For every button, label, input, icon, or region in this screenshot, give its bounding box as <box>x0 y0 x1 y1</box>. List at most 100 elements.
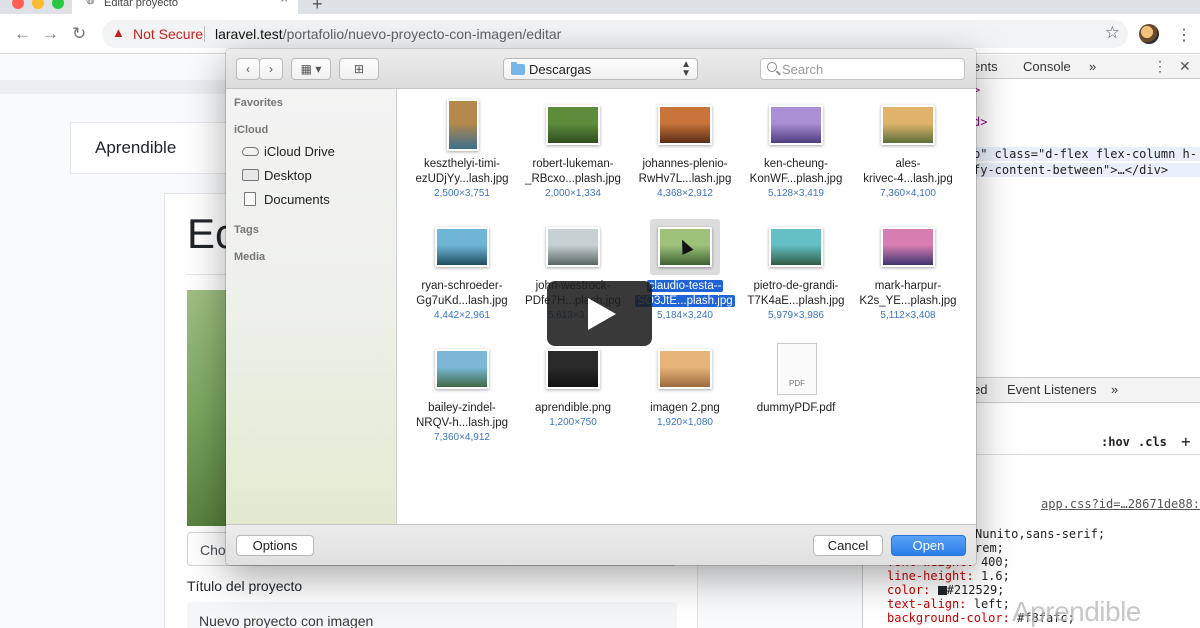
tab-console[interactable]: Console <box>1023 59 1071 74</box>
minimize-window-button[interactable] <box>32 0 44 9</box>
dialog-footer: Options Cancel Open <box>226 524 976 565</box>
class-toggle[interactable]: .cls <box>1138 435 1167 449</box>
profile-avatar[interactable] <box>1139 24 1159 44</box>
file-item[interactable]: ales-krivec-4...lash.jpg 7,360×4,100 <box>854 105 962 223</box>
image-thumbnail <box>658 105 712 145</box>
tab-elements[interactable]: ents <box>973 59 998 74</box>
code-line-selected[interactable]: p" class="d-flex flex-column h- <box>973 147 1200 161</box>
image-thumbnail <box>881 105 935 145</box>
image-thumbnail <box>546 349 600 389</box>
options-button[interactable]: Options <box>236 535 314 556</box>
close-tab-icon[interactable]: × <box>280 0 288 5</box>
video-play-button[interactable] <box>547 281 652 346</box>
more-panels-button[interactable]: » <box>1111 382 1118 397</box>
file-name: pietro-de-grandi- T7K4aE...plash.jpg <box>747 280 845 307</box>
css-declaration[interactable]: Nunito,sans-serif; <box>975 527 1105 541</box>
image-thumbnail <box>881 227 935 267</box>
file-dimensions: 2,000×1,334 <box>545 188 601 199</box>
css-declaration[interactable]: color: #212529; <box>887 583 1004 597</box>
watermark-logo: Aprendible <box>1012 596 1141 627</box>
search-field[interactable] <box>760 58 965 80</box>
chevron-updown-icon: ▲ ▼ <box>681 59 691 79</box>
desktop-icon <box>242 169 259 181</box>
view-mode-button[interactable]: ▦ ▾ <box>291 58 331 80</box>
file-item[interactable]: johannes-plenio- RwHv7L...lash.jpg 4,368×2… <box>631 105 739 223</box>
url-host: laravel.test <box>215 26 283 42</box>
globe-icon: ◍ <box>86 0 95 6</box>
css-declaration[interactable]: line-height: 1.6; <box>887 569 1010 583</box>
bookmark-star-icon[interactable]: ☆ <box>1105 23 1120 43</box>
forward-nav-button[interactable]: › <box>259 58 283 80</box>
open-button[interactable]: Open <box>891 535 966 556</box>
file-item[interactable]: mark-harpur- K2s_YE...plash.jpg 5,112×3,40… <box>854 227 962 345</box>
file-dimensions: 4,368×2,912 <box>657 188 713 199</box>
file-dimensions: 5,112×3,408 <box>880 310 936 321</box>
title-input-value: Nuevo proyecto con imagen <box>199 613 374 628</box>
title-input[interactable]: Nuevo proyecto con imagen <box>187 602 677 628</box>
file-name: ryan-schroeder- Gg7uKd...lash.jpg <box>416 280 508 307</box>
tab-editar-proyecto[interactable]: ◍ Editar proyecto × <box>72 0 298 14</box>
sidebar-item-label: Documents <box>264 192 330 207</box>
file-item[interactable]: imagen 2.png 1,920×1,080 <box>631 349 739 467</box>
tab-event-listeners[interactable]: Event Listeners <box>1007 382 1097 397</box>
file-dimensions: 7,360×4,100 <box>880 188 936 199</box>
file-name: robert-lukeman- _RBcxo...plash.jpg <box>525 158 621 185</box>
address-bar[interactable]: ▲ Not Secure laravel.test/portafolio/nue… <box>102 20 1128 48</box>
cancel-button[interactable]: Cancel <box>813 535 883 556</box>
file-item[interactable]: keszthelyi-timi-ezUDjYy...lash.jpg 2,500×… <box>408 99 516 223</box>
new-tab-button[interactable]: + <box>312 0 323 15</box>
file-dimensions: 7,360×4,912 <box>434 432 490 443</box>
search-input[interactable] <box>782 61 958 77</box>
pdf-file-icon: PDF <box>777 343 817 395</box>
zoom-window-button[interactable] <box>52 0 64 9</box>
file-dimensions: 5,128×3,419 <box>768 188 824 199</box>
file-item[interactable]: robert-lukeman- _RBcxo...plash.jpg 2,000×1… <box>519 105 627 223</box>
new-folder-button[interactable]: ⊞ <box>339 58 379 80</box>
css-declaration[interactable]: text-align: left; <box>887 597 1010 611</box>
hover-state-toggle[interactable]: :hov <box>1101 435 1130 449</box>
forward-button[interactable]: → <box>42 24 59 44</box>
search-icon <box>767 62 777 72</box>
url-text[interactable]: laravel.test/portafolio/nuevo-proyecto-c… <box>215 26 561 42</box>
cloud-icon <box>242 147 259 156</box>
file-name: johannes-plenio- RwHv7L...lash.jpg <box>638 158 732 185</box>
url-path: /portafolio/nuevo-proyecto-con-imagen/ed… <box>282 26 562 42</box>
image-thumbnail <box>435 349 489 389</box>
file-name: keszthelyi-timi-ezUDjYy...lash.jpg <box>415 158 509 185</box>
file-name: dummyPDF.pdf <box>756 402 836 414</box>
add-rule-icon[interactable]: + <box>1181 432 1191 451</box>
folder-icon <box>511 62 525 75</box>
toolbar: ← → ↻ ▲ Not Secure laravel.test/portafol… <box>0 14 1200 54</box>
close-window-button[interactable] <box>12 0 24 9</box>
color-swatch[interactable] <box>937 586 947 595</box>
more-tabs-button[interactable]: » <box>1089 59 1096 74</box>
file-name: ken-cheung- KonWF...plash.jpg <box>749 158 843 185</box>
image-thumbnail <box>658 349 712 389</box>
file-dimensions: 5,979×3,986 <box>768 310 824 321</box>
file-item[interactable]: aprendible.png 1,200×750 <box>519 349 627 467</box>
dialog-toolbar: ‹ › ▦ ▾ ⊞ Descargas ▲ ▼ <box>226 49 976 89</box>
location-popup[interactable]: Descargas ▲ ▼ <box>503 58 698 80</box>
browser-menu-icon[interactable]: ⋮ <box>1176 25 1192 45</box>
file-item[interactable]: bailey-zindel- NRQV-h...lash.jpg 7,360×4,9… <box>408 349 516 467</box>
devtools-menu-icon[interactable]: ⋮ <box>1153 58 1167 75</box>
pdf-label: PDF <box>789 379 805 388</box>
favorites-heading: Favorites <box>234 97 283 109</box>
sidebar-item-label: iCloud Drive <box>264 144 335 159</box>
reload-button[interactable]: ↻ <box>72 24 86 44</box>
code-line[interactable]: fy-content-between">…</div> <box>973 163 1200 177</box>
back-nav-button[interactable]: ‹ <box>236 58 260 80</box>
stylesheet-link[interactable]: app.css?id=…28671de88:8 <box>1041 497 1200 511</box>
document-icon <box>244 192 256 206</box>
brand-link[interactable]: Aprendible <box>95 138 176 158</box>
file-item[interactable]: pietro-de-grandi- T7K4aE...plash.jpg 5,979… <box>742 227 850 345</box>
close-devtools-icon[interactable]: ✕ <box>1179 58 1191 75</box>
css-declaration[interactable]: rem; <box>975 541 1004 555</box>
file-item[interactable]: PDF dummyPDF.pdf <box>742 343 850 467</box>
file-item[interactable]: ryan-schroeder- Gg7uKd...lash.jpg 4,442×2,… <box>408 227 516 345</box>
file-dimensions: 4,442×2,961 <box>434 310 490 321</box>
back-button[interactable]: ← <box>14 24 31 44</box>
warning-icon: ▲ <box>112 25 125 40</box>
security-indicator[interactable]: Not Secure <box>133 26 203 42</box>
file-item[interactable]: ken-cheung- KonWF...plash.jpg 5,128×3,419 <box>742 105 850 223</box>
